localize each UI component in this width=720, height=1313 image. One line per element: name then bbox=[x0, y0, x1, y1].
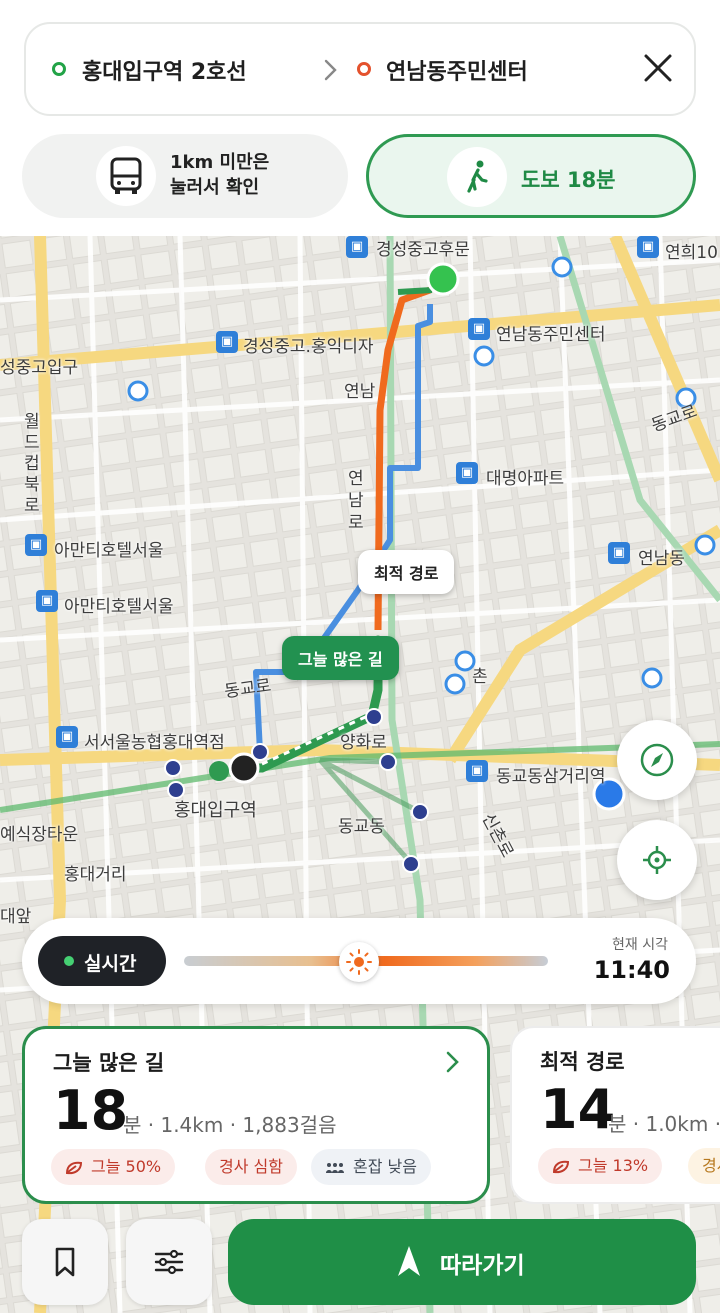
slope-chip: 경사 심함 bbox=[205, 1149, 297, 1185]
chevron-right-icon[interactable] bbox=[445, 1049, 461, 1075]
map-label: 예식장타운 bbox=[0, 825, 79, 845]
route-minutes: 14 bbox=[540, 1078, 616, 1141]
map-label: 연남 bbox=[344, 382, 376, 402]
realtime-toggle[interactable]: 실시간 bbox=[38, 936, 166, 986]
map-label: 연남동 bbox=[638, 549, 685, 569]
map-label: 동교동삼거리역 bbox=[496, 767, 606, 787]
bus-stop-icon[interactable]: ▣ bbox=[608, 542, 630, 564]
chevron-right-icon bbox=[324, 59, 337, 81]
bus-stop-icon[interactable]: ▣ bbox=[36, 590, 58, 612]
map-label: 아만티호텔서울 bbox=[54, 541, 164, 561]
bus-stop-icon[interactable]: ▣ bbox=[216, 331, 238, 353]
walking-person-icon bbox=[447, 147, 507, 207]
locate-me-button[interactable] bbox=[617, 820, 697, 900]
compass-button[interactable] bbox=[617, 720, 697, 800]
bus-stop-icon[interactable]: ▣ bbox=[637, 236, 659, 258]
destination-label: 연남동주민센터 bbox=[386, 60, 528, 85]
route-meta: 분 · 1.4km · 1,883걸음 bbox=[123, 1113, 337, 1137]
header: 홍대입구역 2호선 연남동주민센터 1km 미만은 눌러서 확인 도보 18분 bbox=[0, 0, 720, 236]
bookmark-icon bbox=[55, 1247, 75, 1277]
best-route-bubble[interactable]: 최적 경로 bbox=[358, 550, 455, 594]
live-dot-icon bbox=[64, 956, 74, 966]
leaf-icon bbox=[65, 1161, 83, 1174]
walk-mode-button[interactable]: 도보 18분 bbox=[366, 134, 696, 218]
realtime-label: 실시간 bbox=[84, 953, 137, 975]
route-meta: 분 · 1.0km · 1, bbox=[608, 1112, 720, 1136]
origin-label: 홍대입구역 2호선 bbox=[82, 60, 247, 85]
time-slider-knob[interactable] bbox=[338, 942, 379, 982]
bus-stop-icon[interactable]: ▣ bbox=[456, 462, 478, 484]
bottom-action-bar: 따라가기 bbox=[0, 1216, 720, 1313]
people-icon bbox=[326, 1162, 344, 1173]
shade-route-bubble[interactable]: 그늘 많은 길 bbox=[282, 636, 399, 680]
map-label: 연희10 bbox=[665, 243, 718, 263]
slope-chip: 경사 bbox=[688, 1148, 720, 1184]
crosshair-icon bbox=[643, 846, 671, 874]
bus-stop-icon[interactable]: ▣ bbox=[25, 534, 47, 556]
map-label: 홍대거리 bbox=[64, 865, 127, 885]
map-label: 연남동주민센터 bbox=[496, 325, 606, 345]
bus-stop-icon[interactable]: ▣ bbox=[468, 318, 490, 340]
bus-mode-text: 1km 미만은 눌러서 확인 bbox=[170, 150, 269, 200]
map-label: 경성중고.홍익디자 bbox=[243, 337, 374, 357]
follow-route-button[interactable]: 따라가기 bbox=[228, 1219, 696, 1305]
shade-chip: 그늘 13% bbox=[538, 1148, 663, 1184]
bus-icon bbox=[96, 146, 156, 206]
bus-mode-button[interactable]: 1km 미만은 눌러서 확인 bbox=[22, 134, 348, 218]
route-card-shade[interactable]: 그늘 많은 길 18 분 · 1.4km · 1,883걸음 그늘 50% 경사… bbox=[22, 1026, 490, 1204]
follow-label: 따라가기 bbox=[440, 1253, 525, 1279]
route-card-best[interactable]: 최적 경로 14 분 · 1.0km · 1, 그늘 13% 경사 bbox=[510, 1026, 720, 1204]
realtime-time-bar: 실시간 현재 시각 11:40 bbox=[22, 918, 696, 1004]
bus-mode-line1: 1km 미만은 bbox=[170, 152, 270, 173]
destination-dot-icon bbox=[357, 62, 371, 76]
close-icon[interactable] bbox=[638, 48, 678, 88]
map-label: 아만티호텔서울 bbox=[64, 597, 174, 617]
sliders-icon bbox=[154, 1249, 184, 1275]
map-label: 서서울농협홍대역점 bbox=[84, 733, 225, 753]
map-label: 월드컵북로 bbox=[24, 412, 40, 516]
shade-chip-label: 그늘 50% bbox=[91, 1157, 162, 1176]
route-card-title: 그늘 많은 길 bbox=[53, 1051, 165, 1075]
crowd-chip-label: 혼잡 낮음 bbox=[353, 1157, 417, 1176]
bookmark-button[interactable] bbox=[22, 1219, 108, 1305]
leaf-icon bbox=[552, 1160, 570, 1173]
shade-chip-label: 그늘 13% bbox=[578, 1156, 649, 1175]
map-label: 홍대입구역 bbox=[174, 800, 257, 821]
sun-icon bbox=[345, 949, 372, 975]
shade-chip: 그늘 50% bbox=[51, 1149, 176, 1185]
compass-icon bbox=[640, 743, 674, 777]
map-label: 대명아파트 bbox=[486, 469, 565, 489]
route-card-title: 최적 경로 bbox=[540, 1050, 625, 1074]
current-time: 11:40 bbox=[593, 956, 670, 984]
map-label: 연남로 bbox=[348, 469, 364, 533]
filter-button[interactable] bbox=[126, 1219, 212, 1305]
map-label: 성중고입구 bbox=[0, 358, 79, 378]
bus-stop-icon[interactable]: ▣ bbox=[56, 726, 78, 748]
map-label: 동교동 bbox=[338, 817, 385, 837]
bus-mode-line2: 눌러서 확인 bbox=[170, 177, 260, 198]
current-time-label: 현재 시각 bbox=[612, 937, 668, 953]
map-label: 촌 bbox=[472, 667, 488, 687]
map-label: 경성중고후문 bbox=[376, 240, 470, 260]
crowd-chip: 혼잡 낮음 bbox=[311, 1149, 431, 1185]
walk-mode-label: 도보 18분 bbox=[521, 168, 616, 192]
route-summary-bar[interactable]: 홍대입구역 2호선 연남동주민센터 bbox=[24, 22, 696, 116]
navigation-arrow-icon bbox=[398, 1246, 420, 1276]
origin-dot-icon bbox=[52, 62, 66, 76]
map-label: 대앞 bbox=[0, 907, 32, 927]
bus-stop-icon[interactable]: ▣ bbox=[466, 760, 488, 782]
map-label: 양화로 bbox=[340, 733, 387, 753]
route-minutes: 18 bbox=[53, 1079, 129, 1142]
bus-stop-icon[interactable]: ▣ bbox=[346, 236, 368, 258]
